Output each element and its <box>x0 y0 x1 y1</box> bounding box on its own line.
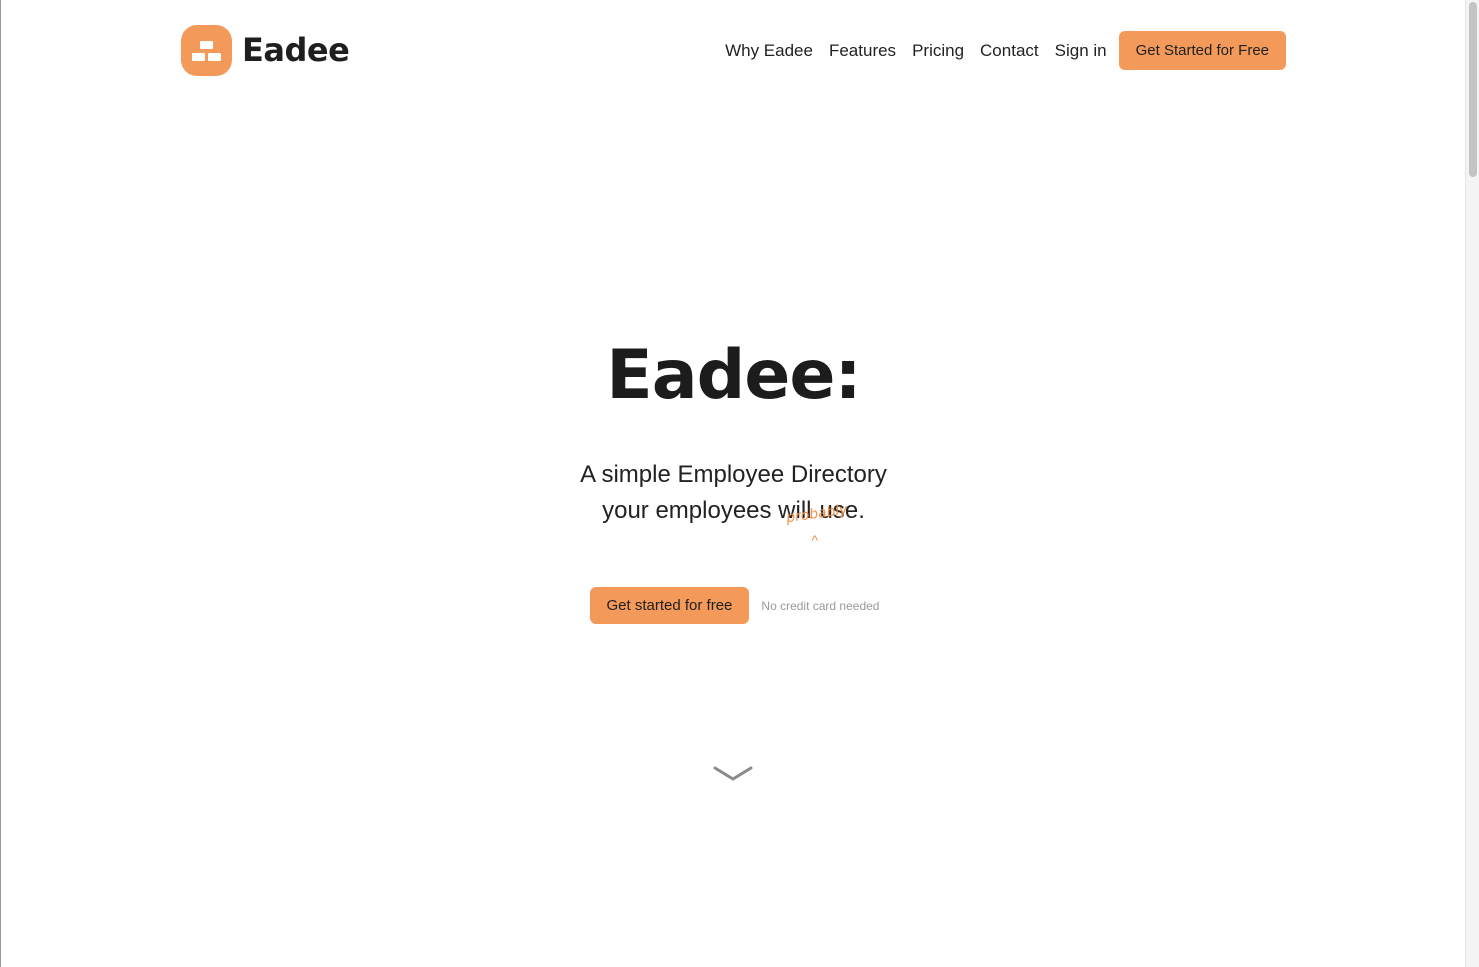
nav-link-features[interactable]: Features <box>829 42 896 59</box>
no-credit-card-note: No credit card needed <box>761 598 880 613</box>
nav-link-why-eadee[interactable]: Why Eadee <box>725 42 813 59</box>
nav-link-contact[interactable]: Contact <box>980 42 1039 59</box>
hero-subtitle-line2-start: your employees will <box>602 497 812 524</box>
site-header: Eadee Why Eadee Features Pricing Contact… <box>181 24 1286 76</box>
hero-get-started-button[interactable]: Get started for free <box>589 587 750 624</box>
brand-logo-link[interactable]: Eadee <box>181 24 350 76</box>
hero-section: Eadee: A simple Employee Directory your … <box>1 335 1466 624</box>
header-get-started-button[interactable]: Get Started for Free <box>1118 30 1286 70</box>
caret-mark: ^ <box>811 532 819 548</box>
main-nav: Why Eadee Features Pricing Contact Sign … <box>709 30 1286 70</box>
hero-subtitle-line1: A simple Employee Directory <box>580 461 887 488</box>
hero-subtitle: A simple Employee Directory your employe… <box>1 457 1466 548</box>
vertical-scrollbar[interactable] <box>1465 0 1479 967</box>
scrollbar-thumb[interactable] <box>1469 2 1477 177</box>
hero-subtitle-line2: your employees will probably ^ use. <box>602 493 865 548</box>
hero-title: Eadee: <box>606 336 861 415</box>
bricks-logo-icon <box>181 24 232 76</box>
landing-page: Eadee Why Eadee Features Pricing Contact… <box>0 0 1479 967</box>
hero-actions: Get started for free No credit card need… <box>1 587 1466 624</box>
brand-name: Eadee <box>242 31 350 69</box>
nav-link-pricing[interactable]: Pricing <box>912 42 964 59</box>
nav-link-sign-in[interactable]: Sign in <box>1055 42 1107 59</box>
chevron-down-icon[interactable] <box>713 764 753 784</box>
